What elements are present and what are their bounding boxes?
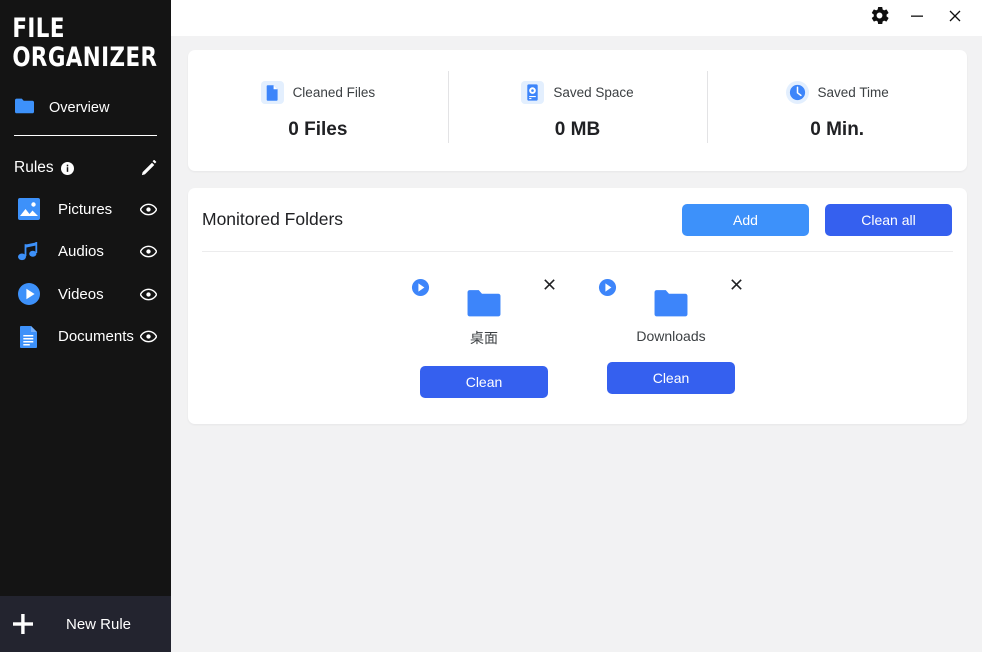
stat-header: Saved Time [786,81,889,104]
sidebar-item-videos[interactable]: Videos [0,273,171,316]
stat-saved-space: Saved Space 0 MB [448,71,708,151]
image-icon [16,196,42,222]
clean-folder-button[interactable]: Clean [420,366,548,398]
content-area: Cleaned Files 0 Files [171,36,982,424]
folder-card: Downloads Clean [578,274,765,398]
app-window: FILE ORGANIZER Overview Rules [0,0,982,652]
rules-title: Rules [14,159,54,177]
new-rule-button[interactable]: New Rule [0,596,171,652]
clean-all-button[interactable]: Clean all [825,204,952,236]
document-icon [16,324,42,350]
stat-label: Cleaned Files [293,85,376,100]
harddrive-icon [521,81,544,104]
settings-button[interactable] [860,3,898,33]
file-icon [261,81,284,104]
folder-icon [654,288,689,319]
sidebar-item-overview-label: Overview [49,100,109,116]
close-icon [947,8,963,29]
stat-value: 0 MB [555,119,600,141]
eye-icon[interactable] [140,203,157,216]
clean-folder-button[interactable]: Clean [607,362,735,394]
minimize-button[interactable] [898,3,936,33]
eye-icon[interactable] [140,330,157,343]
sidebar-item-documents[interactable]: Documents [0,316,171,359]
folder-name: 桌面 [470,328,498,348]
add-folder-button[interactable]: Add [682,204,809,236]
stat-header: Cleaned Files [261,81,376,104]
folder-icon [14,97,35,120]
sidebar-item-audios-label: Audios [58,243,104,260]
folder-icon [467,288,502,319]
folder-name: Downloads [636,328,705,344]
stat-saved-time: Saved Time 0 Min. [707,71,967,151]
sidebar-divider [14,135,157,136]
app-title: FILE ORGANIZER [0,0,150,72]
stat-value: 0 Min. [810,119,864,141]
folder-card-top [598,274,744,322]
monitored-folders-title: Monitored Folders [202,209,343,230]
monitored-folders-header: Monitored Folders Add Clean all [188,188,967,251]
pencil-icon[interactable] [141,160,157,176]
gear-icon [870,6,889,30]
new-rule-label: New Rule [66,616,131,633]
sidebar-item-audios[interactable]: Audios [0,231,171,274]
app-title-line1: FILE [12,14,138,43]
eye-icon[interactable] [140,245,157,258]
stat-label: Saved Time [818,85,889,100]
info-icon[interactable] [61,162,74,175]
sidebar-item-videos-label: Videos [58,286,104,303]
folders-grid: 桌面 Clean [188,252,967,398]
sidebar: FILE ORGANIZER Overview Rules [0,0,171,652]
folder-card-top [411,274,557,322]
play-circle-icon[interactable] [411,278,430,297]
title-bar [171,0,982,36]
stat-header: Saved Space [521,81,633,104]
stat-value: 0 Files [288,119,347,141]
stat-cleaned-files: Cleaned Files 0 Files [188,71,448,151]
sidebar-item-documents-label: Documents [58,328,134,345]
rules-list: Pictures [0,188,171,358]
remove-folder-button[interactable] [729,277,744,292]
sidebar-item-overview[interactable]: Overview [0,91,171,125]
plus-icon [0,611,46,637]
folder-card: 桌面 Clean [391,274,578,398]
remove-folder-button[interactable] [542,277,557,292]
play-circle-icon[interactable] [598,278,617,297]
close-button[interactable] [936,3,974,33]
sidebar-item-pictures[interactable]: Pictures [0,188,171,231]
music-icon [16,239,42,265]
rules-header: Rules [0,153,171,183]
stats-card: Cleaned Files 0 Files [188,50,967,171]
clock-icon [786,81,809,104]
sidebar-item-pictures-label: Pictures [58,201,112,218]
stat-label: Saved Space [553,85,633,100]
play-icon [16,281,42,307]
monitored-folders-card: Monitored Folders Add Clean all [188,188,967,424]
eye-icon[interactable] [140,288,157,301]
minimize-icon [909,8,925,29]
app-title-line2: ORGANIZER [12,43,138,72]
main-area: Cleaned Files 0 Files [171,0,982,652]
